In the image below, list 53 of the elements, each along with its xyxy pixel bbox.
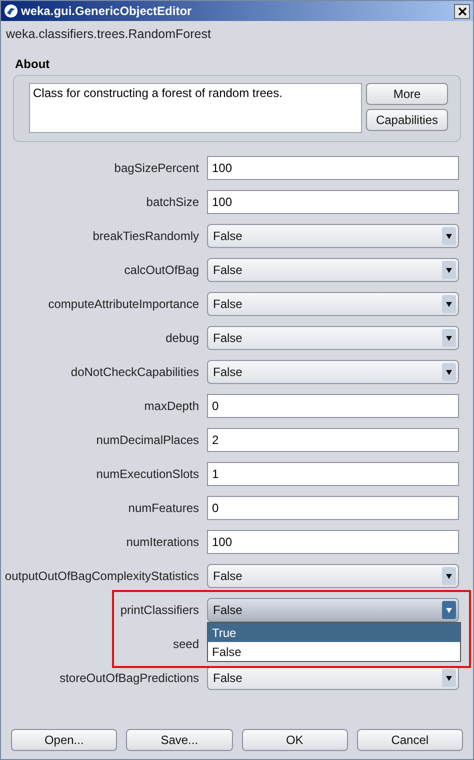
capabilities-button[interactable]: Capabilities bbox=[366, 109, 448, 131]
more-button[interactable]: More bbox=[366, 83, 448, 105]
dropdown[interactable]: False bbox=[207, 666, 459, 690]
open-button[interactable]: Open... bbox=[11, 729, 118, 751]
text-field[interactable]: 2 bbox=[207, 428, 459, 452]
class-name: weka.classifiers.trees.RandomForest bbox=[5, 26, 212, 41]
text-field[interactable]: 100 bbox=[207, 530, 459, 554]
property-label: batchSize bbox=[146, 195, 199, 209]
window-title: weka.gui.GenericObjectEditor bbox=[21, 4, 193, 18]
property-label: numFeatures bbox=[128, 501, 199, 515]
dropdown-option[interactable]: True bbox=[208, 623, 460, 642]
text-field[interactable]: 0 bbox=[207, 394, 459, 418]
dropdown[interactable]: False bbox=[207, 598, 459, 622]
close-icon bbox=[458, 6, 466, 16]
property-label: storeOutOfBagPredictions bbox=[60, 671, 199, 685]
close-button[interactable] bbox=[454, 4, 470, 18]
text-field[interactable]: 0 bbox=[207, 496, 459, 520]
caret-icon bbox=[442, 295, 456, 313]
caret-icon bbox=[442, 363, 456, 381]
dropdown[interactable]: False bbox=[207, 224, 459, 248]
property-label: doNotCheckCapabilities bbox=[70, 365, 199, 379]
dropdown[interactable]: False bbox=[207, 258, 459, 282]
property-label: numExecutionSlots bbox=[96, 467, 199, 481]
caret-icon bbox=[442, 669, 456, 687]
property-label: seed bbox=[172, 637, 199, 651]
text-field[interactable]: 1 bbox=[207, 462, 459, 486]
property-label: numIterations bbox=[126, 535, 199, 549]
property-label: breakTiesRandomly bbox=[92, 229, 199, 243]
bird-icon bbox=[4, 4, 18, 18]
property-label: debug bbox=[166, 331, 199, 345]
dropdown[interactable]: False bbox=[207, 292, 459, 316]
caret-icon bbox=[442, 227, 456, 245]
property-label: computeAttributeImportance bbox=[48, 297, 199, 311]
property-label: printClassifiers bbox=[120, 603, 199, 617]
text-field[interactable]: 100 bbox=[207, 156, 459, 180]
dropdown[interactable]: False bbox=[207, 360, 459, 384]
save-button[interactable]: Save... bbox=[126, 729, 232, 751]
cancel-button[interactable]: Cancel bbox=[356, 729, 463, 751]
property-label: outputOutOfBagComplexityStatistics bbox=[4, 569, 199, 583]
property-label: bagSizePercent bbox=[114, 161, 199, 175]
about-heading: About bbox=[14, 56, 51, 71]
caret-icon bbox=[442, 261, 456, 279]
caret-icon bbox=[442, 329, 456, 347]
ok-button[interactable]: OK bbox=[242, 729, 348, 751]
property-label: maxDepth bbox=[144, 399, 199, 413]
caret-icon bbox=[442, 567, 456, 585]
dropdown[interactable]: False bbox=[207, 564, 459, 588]
text-field[interactable]: 100 bbox=[207, 190, 459, 214]
description-text: Class for constructing a forest of random trees. bbox=[29, 83, 362, 133]
property-label: calcOutOfBag bbox=[124, 263, 199, 277]
caret-icon bbox=[442, 601, 456, 619]
dropdown[interactable]: False bbox=[207, 326, 459, 350]
property-label: numDecimalPlaces bbox=[96, 433, 199, 447]
